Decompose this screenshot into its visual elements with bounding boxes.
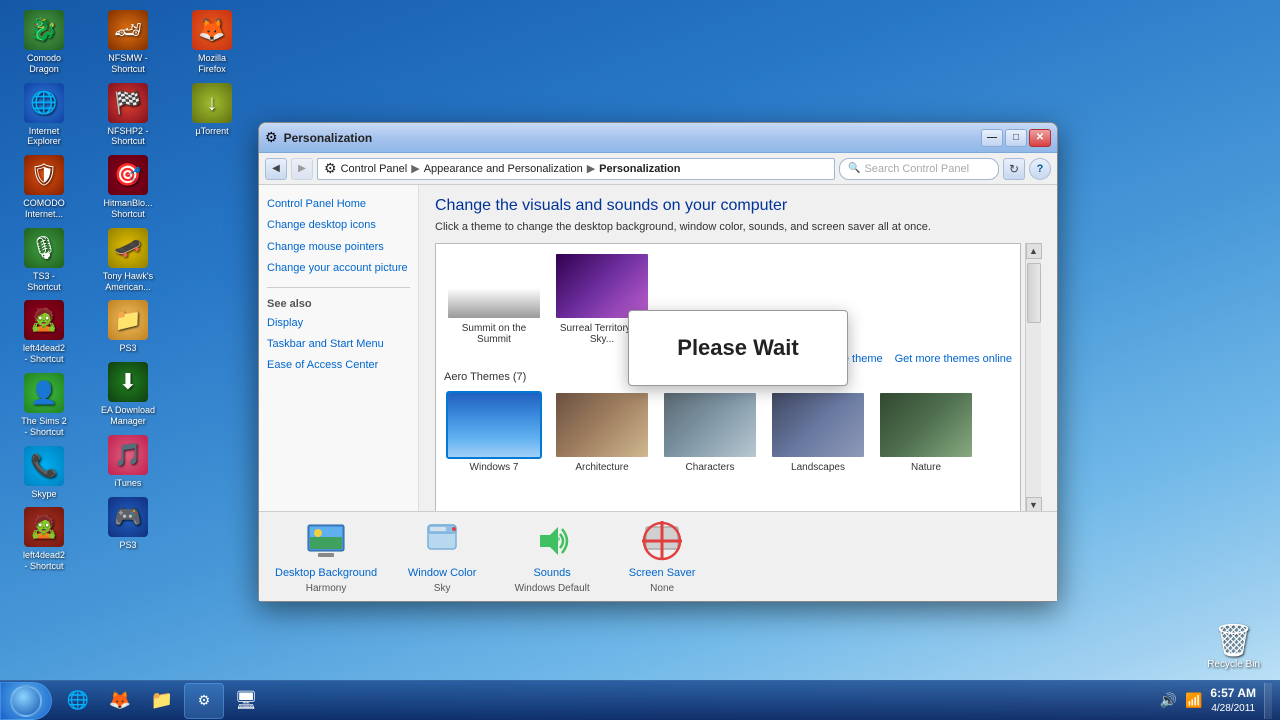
sounds-label: Sounds <box>533 567 570 579</box>
skype-icon[interactable]: 📞Skype <box>8 446 80 500</box>
sidebar-home-link[interactable]: Control Panel Home <box>267 197 410 212</box>
recycle-bin-icon[interactable]: 🗑 Recycle Bin <box>1207 621 1260 670</box>
taskbar-time: 6:57 AM <box>1210 686 1256 702</box>
address-bar: ◀ ▶ ⚙ Control Panel ▶ Appearance and Per… <box>259 153 1057 185</box>
search-box[interactable]: 🔍 Search Control Panel <box>839 158 999 180</box>
screen-saver-sublabel: None <box>650 583 674 594</box>
taskbar-ie-icon[interactable]: 🌐 <box>58 683 98 719</box>
back-button[interactable]: ◀ <box>265 158 287 180</box>
ie-icon[interactable]: 🌐Internet Explorer <box>8 83 80 148</box>
window-icon: ⚙ <box>265 129 278 146</box>
sidebar-mouse-pointers-link[interactable]: Change mouse pointers <box>267 240 410 255</box>
screen-saver-label: Screen Saver <box>629 567 696 579</box>
window-color-label: Window Color <box>408 567 476 579</box>
screen-saver-setting[interactable]: Screen Saver None <box>617 519 707 594</box>
taskbar-folder-icon[interactable]: 📁 <box>142 683 182 719</box>
control-panel-window: ⚙ Personalization — □ ✕ ◀ ▶ ⚙ Control Pa… <box>258 122 1058 602</box>
desktop-bg-setting[interactable]: Desktop Background Harmony <box>275 519 377 594</box>
sims2-icon[interactable]: 👤The Sims 2 - Shortcut <box>8 373 80 438</box>
sounds-sublabel: Windows Default <box>515 583 590 594</box>
bottom-settings-bar: Desktop Background Harmony Window Color … <box>259 511 1057 601</box>
taskbar-cp-icon[interactable]: ⚙ <box>184 683 224 719</box>
maximize-button[interactable]: □ <box>1005 129 1027 147</box>
nfshp-icon[interactable]: 🏁NFSHP2 - Shortcut <box>92 83 164 148</box>
sidebar-display-link[interactable]: Display <box>267 316 410 331</box>
itunes-icon[interactable]: 🎵iTunes <box>92 435 164 489</box>
taskbar-unknown-icon[interactable]: 🖥 <box>226 683 266 719</box>
eadownload-icon[interactable]: ⬇EA Download Manager <box>92 362 164 427</box>
minimize-button[interactable]: — <box>981 129 1003 147</box>
sidebar-taskbar-link[interactable]: Taskbar and Start Menu <box>267 337 410 352</box>
sounds-setting[interactable]: Sounds Windows Default <box>507 519 597 594</box>
desktop-bg-sublabel: Harmony <box>306 583 347 594</box>
show-desktop-button[interactable] <box>1264 683 1272 719</box>
firefox-icon[interactable]: 🦊Mozilla Firefox <box>176 10 248 75</box>
search-placeholder: Search Control Panel <box>864 163 969 175</box>
breadcrumb-personalization: Personalization <box>599 163 680 175</box>
ps3-icon[interactable]: 🎮PS3 <box>92 497 164 551</box>
sidebar-desktop-icons-link[interactable]: Change desktop icons <box>267 218 410 233</box>
main-panel: Change the visuals and sounds on your co… <box>419 185 1057 511</box>
refresh-button[interactable]: ↻ <box>1003 158 1025 180</box>
breadcrumb: Control Panel <box>341 163 408 175</box>
window-title: Personalization <box>284 131 373 145</box>
utorrent-icon[interactable]: ↓µTorrent <box>176 83 248 137</box>
close-button[interactable]: ✕ <box>1029 129 1051 147</box>
recycle-bin-label: Recycle Bin <box>1207 659 1260 670</box>
taskbar-date: 4/28/2011 <box>1210 702 1256 715</box>
desktop-bg-label: Desktop Background <box>275 567 377 579</box>
please-wait-overlay: Please Wait <box>419 185 1057 511</box>
comodo-internet-icon[interactable]: 🛡COMODO Internet... <box>8 155 80 220</box>
titlebar: ⚙ Personalization — □ ✕ <box>259 123 1057 153</box>
left4dead-icon[interactable]: 🧟left4dead2 - Shortcut <box>8 300 80 365</box>
taskbar-volume-icon[interactable]: 🔊 <box>1160 692 1177 709</box>
left4dead2-icon[interactable]: 🧟left4dead2 - Shortcut <box>8 507 80 572</box>
tony-icon[interactable]: 🛹Tony Hawk's American... <box>92 228 164 293</box>
taskbar-clock[interactable]: 6:57 AM 4/28/2011 <box>1210 686 1256 715</box>
help-button[interactable]: ? <box>1029 158 1051 180</box>
address-box[interactable]: ⚙ Control Panel ▶ Appearance and Persona… <box>317 158 835 180</box>
see-also-label: See also <box>267 298 410 310</box>
taskbar: 🌐 🦊 📁 ⚙ 🖥 🔊 📶 6:57 AM 4/28/2011 <box>0 680 1280 720</box>
sidebar-ease-link[interactable]: Ease of Access Center <box>267 358 410 373</box>
please-wait-text: Please Wait <box>677 335 798 361</box>
taskbar-network-icon[interactable]: 📶 <box>1185 692 1202 709</box>
ts3-icon[interactable]: 🎙TS3 - Shortcut <box>8 228 80 293</box>
hitman-icon[interactable]: 🎯HitmanBlo... Shortcut <box>92 155 164 220</box>
folder-icon[interactable]: 📁PS3 <box>92 300 164 354</box>
forward-button[interactable]: ▶ <box>291 158 313 180</box>
breadcrumb-appearance: Appearance and Personalization <box>424 163 583 175</box>
comodo-dragon-icon[interactable]: 🐉Comodo Dragon <box>8 10 80 75</box>
window-color-setting[interactable]: Window Color Sky <box>397 519 487 594</box>
nfsmw-icon[interactable]: 🏎NFSMW - Shortcut <box>92 10 164 75</box>
window-color-sublabel: Sky <box>434 583 451 594</box>
please-wait-box: Please Wait <box>628 310 847 386</box>
sidebar-account-picture-link[interactable]: Change your account picture <box>267 261 410 276</box>
sidebar: Control Panel Home Change desktop icons … <box>259 185 419 511</box>
start-button[interactable] <box>0 682 52 720</box>
taskbar-firefox-icon[interactable]: 🦊 <box>100 683 140 719</box>
